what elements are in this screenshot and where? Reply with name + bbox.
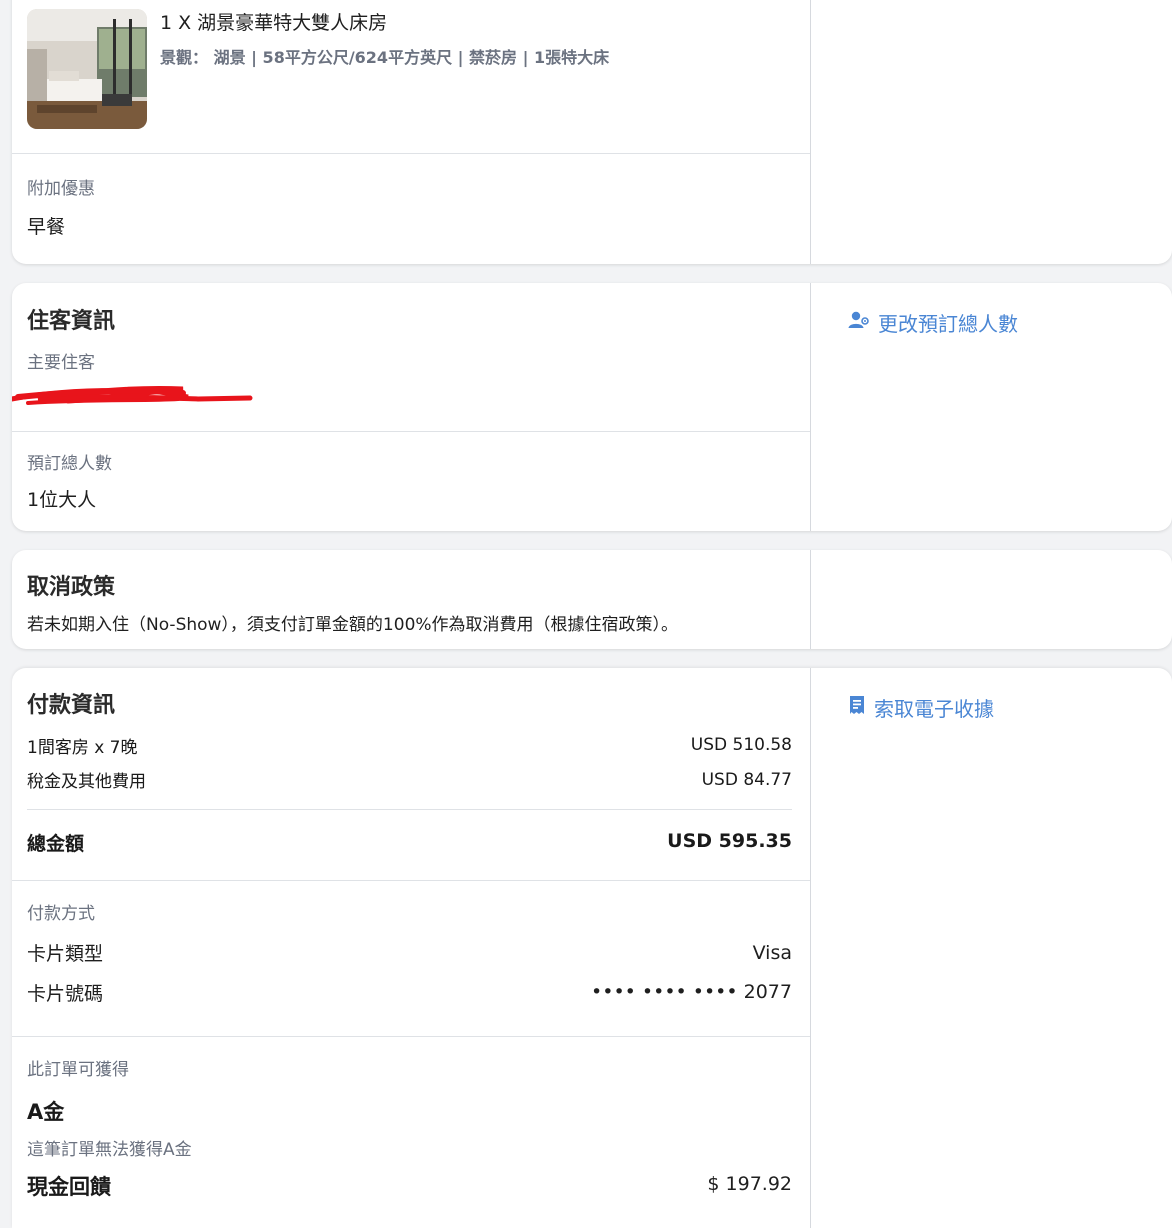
card-type-value: Visa bbox=[752, 942, 792, 964]
payment-section-title: 付款資訊 bbox=[27, 693, 116, 718]
divider bbox=[12, 153, 810, 154]
divider bbox=[12, 880, 810, 881]
receipt-icon bbox=[848, 695, 866, 720]
redacted-guest-name bbox=[12, 379, 258, 409]
card-type-label: 卡片類型 bbox=[27, 943, 104, 965]
room-photo[interactable] bbox=[27, 9, 147, 129]
addon-value: 早餐 bbox=[27, 216, 66, 238]
column-divider bbox=[810, 668, 811, 1228]
change-guests-link[interactable]: 更改預訂總人數 bbox=[848, 308, 1018, 337]
total-guests-label: 預訂總人數 bbox=[27, 454, 112, 474]
card-number-value: •••• •••• •••• 2077 bbox=[591, 981, 792, 1003]
card-number-label: 卡片號碼 bbox=[27, 983, 104, 1005]
subtotal-divider bbox=[27, 809, 792, 810]
rewards-label: 此訂單可獲得 bbox=[27, 1060, 129, 1080]
change-guests-label: 更改預訂總人數 bbox=[878, 312, 1018, 336]
cancellation-section-title: 取消政策 bbox=[27, 575, 116, 600]
payment-method-label: 付款方式 bbox=[27, 904, 95, 924]
cancellation-text: 若未如期入住（No-Show），須支付訂單金額的100%作為取消費用（根據住宿政… bbox=[27, 615, 679, 635]
cashback-value: $ 197.92 bbox=[707, 1173, 792, 1195]
price-line-label: 稅金及其他費用 bbox=[27, 772, 146, 792]
price-line-value: USD 84.77 bbox=[701, 770, 792, 790]
guest-card: 住客資訊 主要住客 預訂總人數 1位大人 更改預訂總人數 bbox=[12, 283, 1172, 531]
addon-label: 附加優惠 bbox=[27, 179, 95, 199]
price-line-label: 1間客房 x 7晚 bbox=[27, 738, 138, 758]
room-title: 1 X 湖景豪華特大雙人床房 bbox=[160, 12, 388, 34]
request-receipt-label: 索取電子收據 bbox=[874, 697, 994, 721]
payment-card: 付款資訊 1間客房 x 7晚 USD 510.58 稅金及其他費用 USD 84… bbox=[12, 668, 1172, 1228]
total-label: 總金額 bbox=[27, 833, 85, 855]
guest-section-title: 住客資訊 bbox=[27, 309, 116, 334]
cancellation-card: 取消政策 若未如期入住（No-Show），須支付訂單金額的100%作為取消費用（… bbox=[12, 550, 1172, 649]
main-guest-label: 主要住客 bbox=[27, 353, 95, 373]
total-guests-value: 1位大人 bbox=[27, 489, 97, 511]
divider bbox=[12, 1036, 810, 1037]
total-value: USD 595.35 bbox=[667, 830, 792, 852]
column-divider bbox=[810, 550, 811, 649]
cashback-title: 現金回饋 bbox=[27, 1175, 111, 1199]
request-receipt-link[interactable]: 索取電子收據 bbox=[848, 693, 994, 722]
add-person-icon bbox=[848, 310, 870, 335]
room-details: 景觀： 湖景 | 58平方公尺/624平方英尺 | 禁菸房 | 1張特大床 bbox=[160, 48, 610, 67]
divider bbox=[12, 431, 810, 432]
a-coin-title: A金 bbox=[27, 1100, 65, 1124]
column-divider bbox=[810, 0, 811, 264]
a-coin-note: 這筆訂單無法獲得A金 bbox=[27, 1140, 192, 1160]
column-divider bbox=[810, 283, 811, 531]
room-card: 1 X 湖景豪華特大雙人床房 景觀： 湖景 | 58平方公尺/624平方英尺 |… bbox=[12, 0, 1172, 264]
price-line-value: USD 510.58 bbox=[690, 735, 792, 755]
